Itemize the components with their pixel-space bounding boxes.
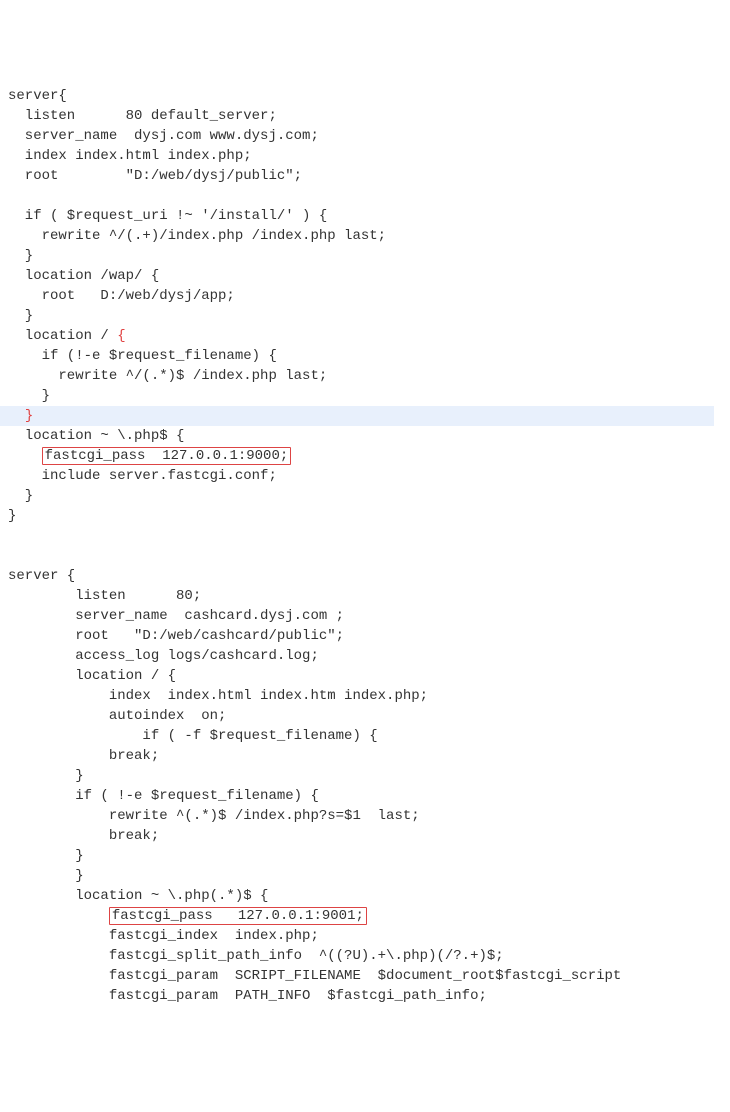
code-line: root D:/web/dysj/app; — [8, 286, 722, 306]
code-line: fastcgi_pass 127.0.0.1:9000; — [8, 446, 722, 466]
code-line: root "D:/web/dysj/public"; — [8, 166, 722, 186]
highlighted-fastcgi-box: fastcgi_pass 127.0.0.1:9000; — [42, 447, 292, 465]
code-line: listen 80; — [8, 586, 722, 606]
code-line: location ~ \.php(.*)$ { — [8, 886, 722, 906]
code-line — [8, 186, 722, 206]
brace: { — [117, 328, 125, 344]
code-line: listen 80 default_server; — [8, 106, 722, 126]
code-line: } — [8, 846, 722, 866]
code-line: if (!-e $request_filename) { — [8, 346, 722, 366]
code-line: server { — [8, 566, 722, 586]
code-line: if ( $request_uri !~ '/install/' ) { — [8, 206, 722, 226]
code-line: autoindex on; — [8, 706, 722, 726]
code-line — [8, 526, 722, 546]
code-line: fastcgi_index index.php; — [8, 926, 722, 946]
code-line: location / { — [8, 326, 722, 346]
code-line: } — [8, 386, 722, 406]
code-line: fastcgi_param SCRIPT_FILENAME $document_… — [8, 966, 722, 986]
code-line: rewrite ^(.*)$ /index.php?s=$1 last; — [8, 806, 722, 826]
code-line: fastcgi_split_path_info ^((?U).+\.php)(/… — [8, 946, 722, 966]
code-line: include server.fastcgi.conf; — [8, 466, 722, 486]
code-line: } — [8, 306, 722, 326]
code-line: location / { — [8, 666, 722, 686]
code-line: index index.html index.htm index.php; — [8, 686, 722, 706]
code-line: rewrite ^/(.+)/index.php /index.php last… — [8, 226, 722, 246]
code-line: index index.html index.php; — [8, 146, 722, 166]
code-line: } — [8, 246, 722, 266]
code-line: server_name dysj.com www.dysj.com; — [8, 126, 722, 146]
code-line: break; — [8, 826, 722, 846]
code-line: location ~ \.php$ { — [8, 426, 722, 446]
highlighted-fastcgi-box: fastcgi_pass 127.0.0.1:9001; — [109, 907, 367, 925]
code-line: if ( -f $request_filename) { — [8, 726, 722, 746]
code-line: } — [8, 486, 722, 506]
code-line: } — [8, 766, 722, 786]
code-line: fastcgi_pass 127.0.0.1:9001; — [8, 906, 722, 926]
code-line: location /wap/ { — [8, 266, 722, 286]
code-line: fastcgi_param PATH_INFO $fastcgi_path_in… — [8, 986, 722, 1006]
code-line: server_name cashcard.dysj.com ; — [8, 606, 722, 626]
brace: } — [25, 408, 33, 424]
code-line: } — [8, 866, 722, 886]
code-line: } — [8, 506, 722, 526]
code-line: server{ — [8, 86, 722, 106]
code-line: break; — [8, 746, 722, 766]
code-line: root "D:/web/cashcard/public"; — [8, 626, 722, 646]
code-block: server{ listen 80 default_server; server… — [8, 86, 722, 1006]
code-line: if ( !-e $request_filename) { — [8, 786, 722, 806]
code-line: } — [0, 406, 714, 426]
code-line — [8, 546, 722, 566]
code-line: access_log logs/cashcard.log; — [8, 646, 722, 666]
code-line: rewrite ^/(.*)$ /index.php last; — [8, 366, 722, 386]
